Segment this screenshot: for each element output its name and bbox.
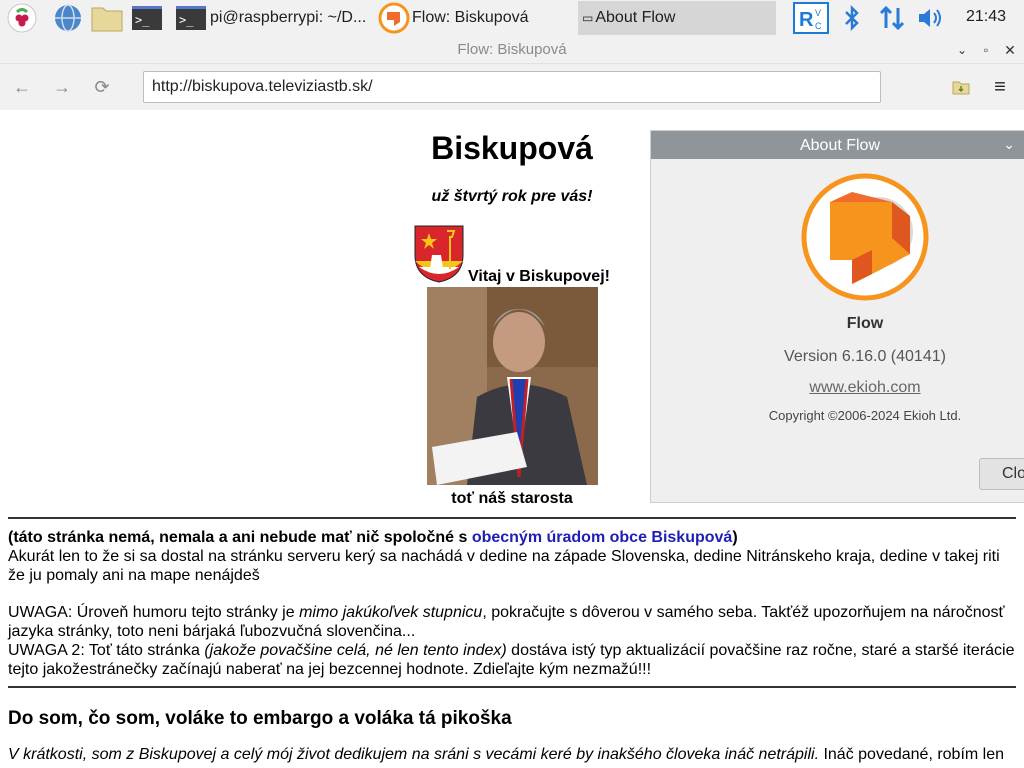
intro-italic: V krátkosti, som z Biskupovej a celý mój… — [8, 746, 820, 763]
minimize-icon[interactable]: ⌄ — [952, 40, 972, 60]
dialog-title: About Flow — [799, 137, 881, 154]
warning-1: UWAGA: Úroveň humoru tejto stránky je mi… — [8, 603, 1018, 641]
about-flow-dialog: About Flow ⌄ Flow Version 6.16.0 (40141)… — [650, 130, 1024, 503]
forward-icon[interactable]: → — [50, 75, 74, 99]
close-button[interactable]: Clo — [979, 458, 1024, 490]
intro-end: Ináč povedané, robím len — [819, 746, 1005, 763]
browser-toolbar: ← → ⟳ http://biskupova.televiziastb.sk/ … — [0, 64, 1024, 110]
warning-2-italic: (jakože povačšine celá, né len tento ind… — [204, 642, 507, 659]
back-icon[interactable]: ← — [10, 75, 34, 99]
app-name: Flow — [846, 315, 884, 332]
taskbar: >_ >_ pi@raspberrypi: ~/D... Flow: Bisku… — [0, 0, 1024, 36]
section-heading: Do som, čo som, voláke to embargo a volá… — [8, 708, 512, 729]
address-bar[interactable]: http://biskupova.televiziastb.sk/ — [143, 71, 881, 103]
intro-paragraph: V krátkosti, som z Biskupovej a celý mój… — [8, 746, 1018, 764]
window-titlebar[interactable]: Flow: Biskupová ⌄ ▫ ✕ — [0, 36, 1024, 64]
maximize-icon[interactable]: ▫ — [976, 40, 996, 60]
task-flow-browser[interactable]: Flow: Biskupová — [378, 1, 574, 35]
file-manager-icon[interactable] — [91, 3, 123, 33]
window-title: Flow: Biskupová — [457, 41, 567, 58]
downloads-icon[interactable] — [949, 75, 973, 99]
welcome-text: Vitaj v Biskupovej! — [468, 268, 610, 285]
bluetooth-icon[interactable] — [836, 3, 868, 33]
photo-caption: toť náš starosta — [451, 490, 573, 507]
flow-logo-icon — [801, 173, 929, 301]
warning-2: UWAGA 2: Toť táto stránka (jakože povačš… — [8, 641, 1018, 679]
divider — [8, 686, 1016, 688]
notice-paragraph: (táto stránka nemá, nemala a ani nebude … — [8, 528, 1018, 585]
reload-icon[interactable]: ⟳ — [90, 75, 114, 99]
copyright-text: Copyright ©2006-2024 Ekioh Ltd. — [768, 408, 962, 423]
svg-text:R: R — [799, 9, 814, 31]
clock[interactable]: 21:43 — [966, 8, 1006, 26]
notice-end: ) — [732, 529, 738, 546]
app-version: Version 6.16.0 (40141) — [784, 348, 946, 365]
raspberry-menu-icon[interactable] — [6, 3, 38, 33]
page-title: Biskupová — [431, 130, 593, 166]
municipal-office-link[interactable]: obecným úradom obce Biskupová — [472, 529, 733, 546]
svg-text:V: V — [815, 8, 821, 18]
network-icon[interactable] — [876, 3, 908, 33]
web-browser-icon[interactable] — [52, 3, 84, 33]
chevron-down-icon[interactable]: ⌄ — [1003, 136, 1015, 153]
ekioh-link[interactable]: www.ekioh.com — [651, 379, 1024, 397]
flow-icon — [378, 2, 410, 34]
notice-body: Akurát len to že si sa dostal na stránku… — [8, 548, 1000, 584]
close-icon[interactable]: ✕ — [1000, 40, 1020, 60]
warning-2-text: UWAGA 2: Toť táto stránka — [8, 642, 205, 659]
task-terminal[interactable]: >_ pi@raspberrypi: ~/D... — [176, 1, 372, 35]
warning-1-italic: mimo jakúkoľvek stupnicu — [299, 604, 483, 621]
volume-icon[interactable] — [915, 3, 947, 33]
warning-1-text: UWAGA: Úroveň humoru tejto stránky je — [8, 604, 300, 621]
vnc-icon[interactable]: RVC — [792, 2, 830, 34]
coat-of-arms-image — [414, 225, 464, 283]
notice-text: (táto stránka nemá, nemala a ani nebude … — [8, 529, 472, 546]
terminal-icon[interactable]: >_ — [131, 3, 163, 33]
window-icon: ▭ — [582, 11, 594, 25]
menu-icon[interactable]: ≡ — [988, 75, 1012, 99]
divider — [8, 517, 1016, 519]
page-subtitle: už štvrtý rok pre vás! — [431, 188, 593, 205]
task-about-flow[interactable]: ▭ About Flow — [578, 1, 776, 35]
terminal-icon: >_ — [176, 6, 206, 30]
dialog-header[interactable]: About Flow ⌄ — [651, 131, 1024, 159]
svg-text:C: C — [815, 21, 822, 31]
mayor-photo — [427, 287, 598, 485]
